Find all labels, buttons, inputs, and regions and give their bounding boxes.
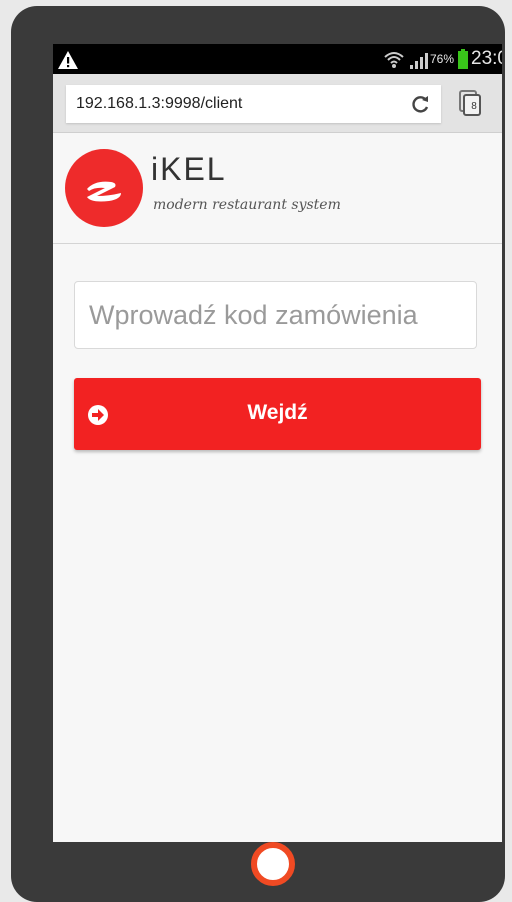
home-button[interactable] [251,842,295,886]
brand-tagline: modern restaurant system [153,197,341,213]
order-code-input[interactable] [74,281,477,349]
enter-button-label: Wejdź [247,401,308,424]
phone-frame: 76% 23:04 192.168.1.3:9998/client [11,6,505,902]
address-bar[interactable]: 192.168.1.3:9998/client [66,85,441,123]
tabs-count: 8 [471,101,477,112]
tabs-button[interactable]: 8 [458,90,484,118]
app-header: iKEL modern restaurant system [53,133,502,244]
screen: 76% 23:04 192.168.1.3:9998/client [53,44,502,842]
wifi-icon [384,52,404,68]
ikel-logo-icon [65,149,143,227]
brand-name: iKEL [151,151,227,187]
browser-toolbar: 192.168.1.3:9998/client 8 [53,74,502,133]
status-bar: 76% 23:04 [53,44,502,74]
warning-triangle-icon [58,51,78,69]
battery-percent: 76% [430,52,455,66]
reload-icon[interactable] [409,93,431,115]
status-clock: 23:04 [471,48,502,69]
url-text: 192.168.1.3:9998/client [76,95,243,112]
signal-bars-icon [410,53,428,69]
battery-icon [458,49,468,69]
enter-button[interactable]: Wejdź [74,378,481,450]
